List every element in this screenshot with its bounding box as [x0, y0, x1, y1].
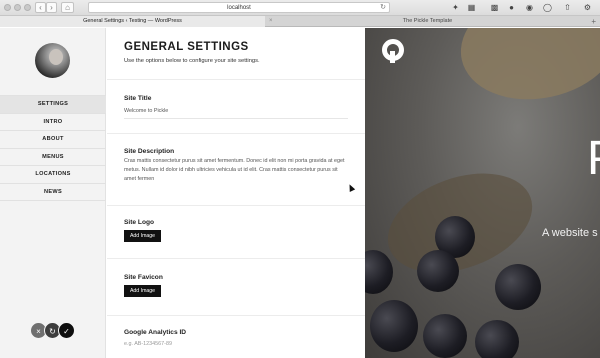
- background-image: [370, 300, 418, 352]
- tab-general-settings[interactable]: General Settings ‹ Testing — WordPress: [0, 16, 265, 27]
- sidebar-item-news[interactable]: NEWS: [0, 182, 106, 201]
- sidebar-item-label: MENUS: [42, 153, 64, 160]
- avatar: [35, 43, 70, 78]
- reload-icon[interactable]: ↻: [380, 3, 386, 13]
- tab-pickle-template[interactable]: × The Pickle Template: [265, 16, 590, 27]
- customizer-sidebar: SETTINGS INTRO ABOUT MENUS LOCATIONS NEW…: [0, 28, 106, 358]
- forward-button[interactable]: ›: [46, 2, 57, 13]
- background-image: [475, 320, 519, 358]
- sidebar-item-label: INTRO: [43, 118, 63, 125]
- divider: [107, 133, 365, 134]
- sidebar-item-label: SETTINGS: [37, 101, 69, 107]
- back-button[interactable]: ‹: [35, 2, 46, 13]
- site-title-underline: [124, 118, 348, 119]
- analytics-label: Google Analytics ID: [124, 329, 187, 336]
- browser-toolbar: ‹ › ⌂ localhost ↻ ✦ ▦ ▩ ● ◉ ◯ ⇧ ⚙: [0, 0, 600, 16]
- undo-icon: ↻: [49, 327, 56, 336]
- site-preview[interactable]: P A website s: [365, 28, 600, 358]
- background-image: [450, 28, 600, 114]
- site-title-label: Site Title: [124, 95, 152, 102]
- minimize-window-button[interactable]: [14, 4, 21, 11]
- background-image: [423, 314, 467, 358]
- background-image: [417, 250, 459, 292]
- site-title-input[interactable]: Welcome to Pickle: [124, 108, 168, 114]
- bookmark-icon[interactable]: ▩: [489, 2, 500, 13]
- address-bar[interactable]: localhost ↻: [88, 2, 390, 13]
- site-logo-icon[interactable]: [382, 39, 404, 63]
- add-favicon-button[interactable]: Add Image: [124, 285, 161, 297]
- share-icon[interactable]: ▦: [466, 2, 477, 13]
- add-logo-button[interactable]: Add Image: [124, 230, 161, 242]
- sidebar-item-label: ABOUT: [42, 136, 64, 143]
- new-tab-icon[interactable]: +: [591, 16, 596, 27]
- sidebar-item-menus[interactable]: MENUS: [0, 147, 106, 166]
- settings-panel: GENERAL SETTINGS Use the options below t…: [107, 28, 365, 358]
- sidebar-menu: SETTINGS INTRO ABOUT MENUS LOCATIONS NEW…: [0, 95, 106, 201]
- hero-title: P: [587, 131, 600, 186]
- divider: [107, 205, 365, 206]
- sidebar-item-about[interactable]: ABOUT: [0, 130, 106, 148]
- site-logo-label: Site Logo: [124, 219, 155, 226]
- customizer-actions: × ↻ ✓: [30, 322, 75, 339]
- background-image: [495, 264, 541, 310]
- back-icon: ‹: [39, 3, 42, 12]
- sidebar-item-settings[interactable]: SETTINGS: [0, 95, 106, 113]
- close-window-button[interactable]: [4, 4, 11, 11]
- window-controls: [4, 4, 31, 11]
- sidebar-item-locations[interactable]: LOCATIONS: [0, 165, 106, 183]
- divider: [107, 315, 365, 316]
- sidebar-item-label: LOCATIONS: [35, 171, 71, 178]
- sidebar-item-intro[interactable]: INTRO: [0, 112, 106, 131]
- download-icon[interactable]: ◯: [542, 2, 553, 13]
- page-intro: Use the options below to configure your …: [124, 58, 260, 64]
- analytics-input[interactable]: e.g. AB-1234567-89: [124, 341, 172, 347]
- check-icon: ✓: [63, 327, 70, 336]
- hero-tagline: A website s: [542, 227, 598, 239]
- url-text: localhost: [227, 5, 251, 11]
- zoom-window-button[interactable]: [24, 4, 31, 11]
- forward-icon: ›: [50, 3, 53, 12]
- wrench-icon[interactable]: ✦: [450, 2, 461, 13]
- save-button[interactable]: ✓: [58, 322, 75, 339]
- home-icon: ⌂: [65, 3, 70, 12]
- extension-icon[interactable]: ●: [506, 2, 517, 13]
- divider: [107, 79, 365, 80]
- site-description-label: Site Description: [124, 148, 175, 155]
- close-icon: ×: [36, 327, 41, 336]
- close-tab-icon[interactable]: ×: [269, 16, 273, 27]
- page-title: GENERAL SETTINGS: [124, 41, 249, 53]
- upload-icon[interactable]: ⇧: [562, 2, 573, 13]
- vpn-icon[interactable]: ◉: [524, 2, 535, 13]
- settings-icon[interactable]: ⚙: [582, 2, 593, 13]
- tab-title: The Pickle Template: [402, 18, 453, 24]
- tab-bar: General Settings ‹ Testing — WordPress ×…: [0, 16, 600, 27]
- site-description-textarea[interactable]: Cras mattis consectetur purus sit amet f…: [124, 157, 348, 183]
- site-favicon-label: Site Favicon: [124, 274, 163, 281]
- divider: [107, 258, 365, 259]
- tab-title: General Settings ‹ Testing — WordPress: [83, 18, 182, 24]
- background-image: [365, 250, 393, 294]
- home-button[interactable]: ⌂: [61, 2, 74, 13]
- sidebar-item-label: NEWS: [44, 188, 62, 195]
